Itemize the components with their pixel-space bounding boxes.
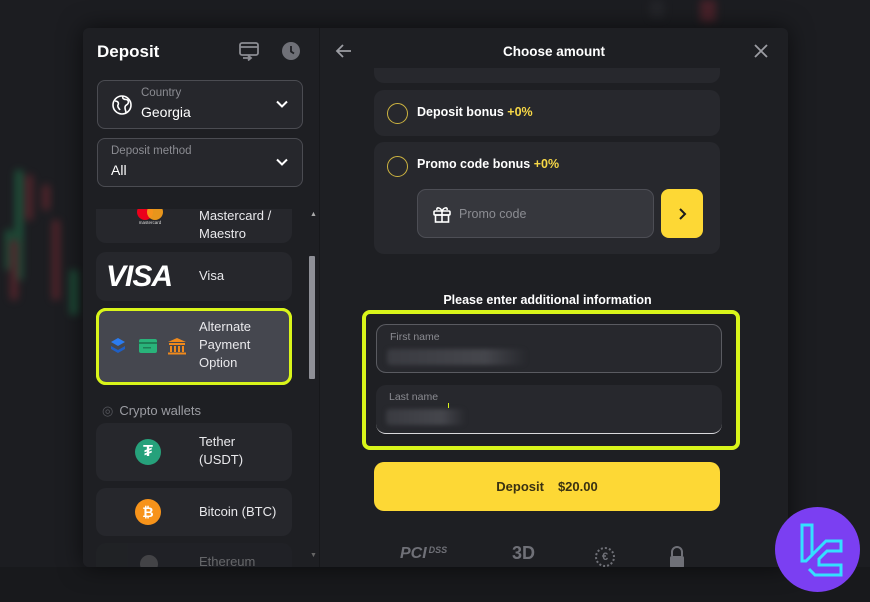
first-name-value-redacted [387,349,527,365]
bank-icon [167,337,187,360]
layers-icon [110,337,126,360]
payment-method-label: Alternate Payment Option [199,319,252,370]
ethereum-icon [140,555,158,567]
choose-amount-panel: Choose amount Deposit bonus +0% Promo co… [320,28,788,567]
tc-logo-icon [800,523,843,577]
payment-method-label: Ethereum [199,554,256,567]
bitcoin-icon: ₿ [135,499,161,525]
deposit-bonus-radio[interactable] [387,103,408,124]
payment-method-label: Mastercard / Maestro [199,209,272,241]
promo-bonus-card: Promo code bonus +0% [374,142,720,254]
deposit-button-label: Deposit [496,479,544,494]
coin-icon: ◎ [102,403,114,418]
promo-bonus-text: Promo code bonus [417,157,531,171]
globe-icon [111,94,133,121]
last-name-label: Last name [389,391,439,403]
deposit-modal: Deposit Country Georgia Deposit method A… [83,28,788,567]
deposit-method-value: All [111,162,127,178]
promo-bonus-label: Promo code bonus +0% [417,157,559,171]
lock-icon [670,546,684,567]
chevron-right-icon [679,207,687,220]
text-cursor [448,403,449,408]
country-select[interactable]: Country Georgia [97,80,303,129]
payment-method-label: Bitcoin (BTC) [199,504,277,519]
additional-info-section: First name Last name [362,310,740,450]
payment-method-tether[interactable]: ₮ Tether (USDT) [96,423,292,481]
amount-card-partial [374,68,720,83]
3d-secure-logo: 3D [512,543,536,563]
left-scrollbar-thumb[interactable] [309,256,315,379]
payment-method-ethereum[interactable]: Ethereum [96,543,292,567]
payment-method-label: Visa [199,268,225,283]
card-transfer-icon[interactable] [238,41,260,62]
promo-code-field[interactable] [417,189,654,238]
panel-title: Deposit [97,42,160,61]
additional-info-title: Please enter additional information [443,293,652,307]
last-name-value-redacted [386,409,466,425]
deposit-bonus-label: Deposit bonus +0% [417,105,533,119]
bg-candle [42,185,50,210]
history-clock-icon[interactable] [281,41,303,61]
payment-method-bitcoin[interactable]: ₿ Bitcoin (BTC) [96,488,292,536]
background-footer [0,567,870,602]
crypto-section-label: ◎ Crypto wallets [102,403,201,419]
crypto-section-text: Crypto wallets [119,403,201,418]
payment-method-mastercard[interactable]: mastercard Mastercard / Maestro [96,209,292,243]
gift-icon [432,204,452,229]
pci-dss-logo: PCI DSS [400,545,448,562]
bg-candle [25,175,33,220]
mastercard-logo: mastercard [133,209,167,230]
scroll-down-arrow[interactable]: ▼ [310,552,317,559]
payment-method-panel: Deposit Country Georgia Deposit method A… [83,28,320,567]
svg-text:mastercard: mastercard [139,220,162,225]
deposit-bonus-value: +0% [507,105,533,119]
payment-method-label: Tether (USDT) [199,434,244,467]
deposit-button[interactable]: Deposit $20.00 [374,462,720,511]
bg-candle [650,0,664,18]
deposit-method-label: Deposit method [111,145,192,157]
country-label: Country [141,87,182,99]
visa-logo: VISA [106,260,173,293]
promo-code-input[interactable] [459,190,639,237]
deposit-bonus-card[interactable]: Deposit bonus +0% [374,90,720,136]
bg-candle [70,270,78,315]
deposit-button-amount: $20.00 [557,479,598,494]
panel-title: Choose amount [502,44,605,59]
security-logos: PCI DSS 3D € [400,543,700,567]
payment-method-list: mastercard Mastercard / Maestro VISA Vis… [96,209,294,567]
brand-badge-logo [775,507,860,592]
payment-method-visa[interactable]: VISA Visa [96,252,292,301]
close-icon[interactable] [752,42,770,60]
apply-promo-button[interactable] [661,189,703,238]
deposit-bonus-text: Deposit bonus [417,105,504,119]
payment-method-alternate[interactable]: Alternate Payment Option [96,308,292,385]
chevron-down-icon [276,100,288,108]
first-name-field[interactable]: First name [376,324,722,373]
deposit-method-select[interactable]: Deposit method All [97,138,303,187]
promo-bonus-value: +0% [533,157,560,171]
bg-candle [10,240,18,300]
scroll-up-arrow[interactable]: ▲ [310,211,317,218]
chevron-down-icon [276,158,288,166]
country-value: Georgia [141,104,191,120]
bg-candle [52,220,60,300]
bg-candle [700,0,716,22]
promo-bonus-radio[interactable] [387,156,408,177]
euro-secure-icon: € [595,547,615,567]
card-icon [139,339,157,358]
tether-icon: ₮ [135,439,161,465]
last-name-field[interactable]: Last name [376,385,722,434]
first-name-label: First name [390,331,440,343]
